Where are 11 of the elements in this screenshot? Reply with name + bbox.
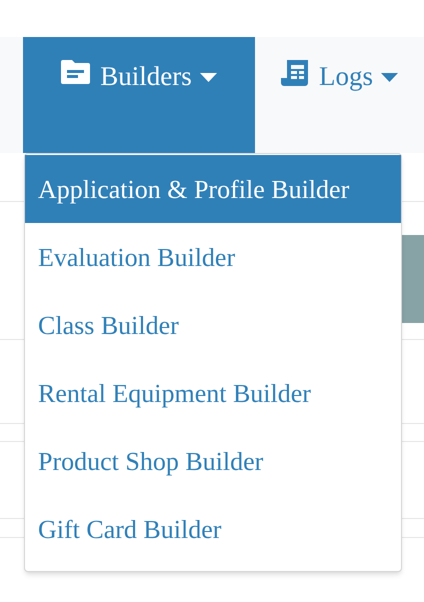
nav-tab[interactable]: Builders — [23, 37, 255, 153]
nav-tab[interactable]: Logs — [255, 37, 424, 153]
folder-icon — [61, 60, 90, 84]
menu-item[interactable]: Product Shop Builder — [25, 427, 401, 495]
caret-icon — [381, 73, 398, 82]
menu-item[interactable]: Evaluation Builder — [25, 223, 401, 291]
menu-item[interactable]: Gift Card Builder — [25, 495, 401, 563]
menu-item[interactable]: Application & Profile Builder — [25, 155, 401, 223]
caret-icon — [200, 73, 217, 82]
menu-item[interactable]: Rental Equipment Builder — [25, 359, 401, 427]
menu-item[interactable]: Class Builder — [25, 291, 401, 359]
